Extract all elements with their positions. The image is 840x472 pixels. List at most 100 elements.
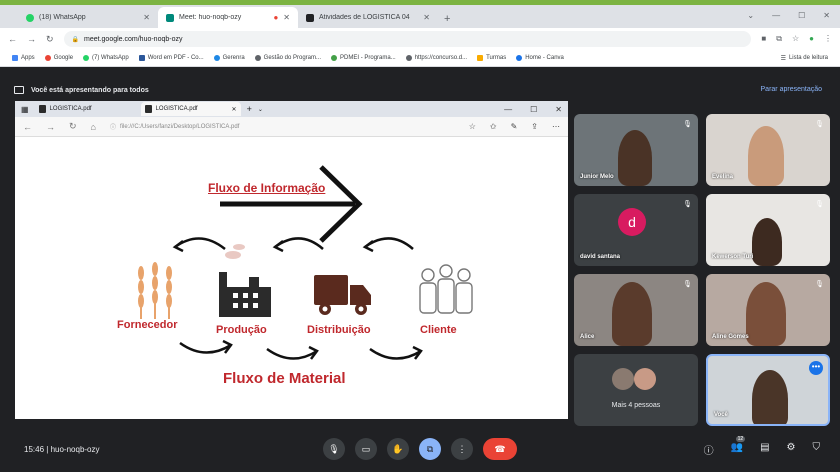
participant-video <box>752 218 782 266</box>
lock-icon: 🔒 <box>71 36 80 43</box>
more-people-tile[interactable]: Mais 4 pessoas <box>574 354 698 426</box>
self-tile[interactable]: ••• Você <box>706 354 830 426</box>
close-window-button[interactable]: ✕ <box>823 11 830 20</box>
more-icon: ⋯ <box>552 122 560 131</box>
host-controls-icon[interactable]: ⛉ <box>813 442 821 457</box>
avatar <box>612 368 634 390</box>
bookmark-item[interactable]: Apps <box>12 55 35 61</box>
bookmark-item[interactable]: https://concurso.d... <box>405 55 467 61</box>
maximize-button[interactable]: ☐ <box>798 11 805 20</box>
participant-tile[interactable]: 🎙 Alice <box>574 274 698 346</box>
classroom-icon <box>306 13 314 22</box>
window-controls: ⌄ — ☐ ✕ <box>747 11 830 20</box>
bookmark-item[interactable]: Word em PDF - Co... <box>138 55 204 61</box>
edge-tab-active: LOGISTICA.pdf ✕ <box>140 102 241 116</box>
call-controls: 🎙 ▭ ✋ ⧉ ⋮ ☎ <box>323 438 517 460</box>
browser-tab-strip: (18) WhatsApp ✕ Meet: huo-noqb-ozy ● ✕ A… <box>0 5 840 28</box>
bookmark-item[interactable]: Turmas <box>477 55 506 61</box>
info-icon[interactable]: ⓘ <box>704 442 714 457</box>
hang-up-button[interactable]: ☎ <box>483 438 517 460</box>
meeting-info: 15:46 | huo-noqb-ozy <box>24 445 100 454</box>
mic-off-icon: 🎙 <box>815 281 824 288</box>
pdf-icon <box>144 105 152 113</box>
present-button[interactable]: ⧉ <box>419 438 441 460</box>
participant-video <box>612 282 652 346</box>
site-icon <box>331 55 338 61</box>
clock-time: 15:46 <box>24 445 45 454</box>
browser-actions: ■ ⧉ ☆ ● ⋮ <box>761 34 832 44</box>
menu-icon[interactable]: ⋮ <box>824 34 832 44</box>
extension-icon[interactable]: ● <box>809 34 814 44</box>
truck-icon <box>314 275 371 315</box>
participant-name: Você <box>714 412 728 418</box>
tab-classroom[interactable]: Atividades de LOGÍSTICA 04 ✕ <box>298 7 438 28</box>
participant-video <box>752 370 788 424</box>
share-icon[interactable]: ⧉ <box>776 34 782 44</box>
close-icon: ✕ <box>231 106 237 113</box>
tab-title: Meet: huo-noqb-ozy <box>179 14 242 21</box>
tab-meet[interactable]: Meet: huo-noqb-ozy ● ✕ <box>158 7 298 28</box>
globe-icon <box>254 55 261 61</box>
chat-icon[interactable]: ▤ <box>760 442 769 457</box>
star-icon[interactable]: ☆ <box>792 34 799 44</box>
participant-tile[interactable]: d 🎙 david santana <box>574 194 698 266</box>
bookmark-item[interactable]: PDMEI - Programa... <box>331 55 396 61</box>
participant-tile[interactable]: 🎙 Kewerson Turi <box>706 194 830 266</box>
bookmark-item[interactable]: (7) WhatsApp <box>83 55 129 61</box>
reload-icon: ↻ <box>69 121 77 131</box>
bookmark-item[interactable]: Gerenra <box>213 55 245 61</box>
wheat-icon <box>138 262 172 319</box>
close-icon[interactable]: ✕ <box>283 13 290 22</box>
bookmark-item[interactable]: Home - Canva <box>516 55 564 61</box>
tab-search-icon[interactable]: ⌄ <box>747 11 754 20</box>
maximize-icon: ☐ <box>530 104 538 114</box>
camera-icon[interactable]: ■ <box>761 34 766 44</box>
more-options-icon[interactable]: ••• <box>809 361 823 375</box>
close-icon[interactable]: ✕ <box>143 13 150 22</box>
more-options-button[interactable]: ⋮ <box>451 438 473 460</box>
mic-off-icon: 🎙 <box>815 201 824 208</box>
canva-icon <box>516 55 523 61</box>
stop-presenting-button[interactable]: Parar apresentação <box>761 86 822 93</box>
participant-name: Aline Gomes <box>712 334 749 340</box>
edge-tab-title: LOGISTICA.pdf <box>49 106 92 112</box>
bookmark-item[interactable]: Gestão do Program... <box>254 55 321 61</box>
tab-title: Atividades de LOGÍSTICA 04 <box>319 14 410 21</box>
new-tab-button[interactable]: + <box>438 13 456 28</box>
participant-tile[interactable]: 🎙 Junior Melo <box>574 114 698 186</box>
participant-video <box>746 282 786 346</box>
avatar <box>634 368 656 390</box>
people-icon[interactable]: 👥 12 <box>731 436 746 457</box>
mic-off-icon: 🎙 <box>815 121 824 128</box>
mic-off-icon: 🎙 <box>683 201 692 208</box>
reload-icon[interactable]: ↻ <box>46 34 54 45</box>
more-people-label: Mais 4 pessoas <box>611 402 661 409</box>
edge-menu-icon: ▦ <box>21 104 29 114</box>
home-icon: ⌂ <box>90 121 96 132</box>
factory-icon <box>219 244 271 317</box>
back-icon[interactable]: ← <box>8 34 17 44</box>
reading-list-button[interactable]: ☰ Lista de leitura <box>781 55 828 62</box>
mic-off-icon: 🎙 <box>683 121 692 128</box>
meeting-code: huo-noqb-ozy <box>50 445 100 454</box>
activities-icon[interactable]: ⚙ <box>787 442 796 457</box>
tab-whatsapp[interactable]: (18) WhatsApp ✕ <box>18 7 158 28</box>
participant-tile[interactable]: 🎙 Evelina <box>706 114 830 186</box>
participant-tile[interactable]: 🎙 Aline Gomes <box>706 274 830 346</box>
close-icon[interactable]: ✕ <box>423 13 430 22</box>
material-flow-label: Fluxo de Material <box>223 370 346 387</box>
raise-hand-button[interactable]: ✋ <box>387 438 409 460</box>
address-bar[interactable]: 🔒 meet.google.com/huo-noqb-ozy <box>63 31 752 47</box>
bookmark-item[interactable]: Google <box>44 55 73 61</box>
back-icon: ← <box>23 121 32 132</box>
mic-button[interactable]: 🎙 <box>323 438 345 460</box>
material-curved-arrows <box>179 339 423 360</box>
google-icon <box>44 55 51 61</box>
forward-icon[interactable]: → <box>27 34 36 44</box>
minimize-button[interactable]: — <box>772 11 780 20</box>
meet-icon <box>166 13 174 22</box>
edge-address-bar: ← → ↻ ⌂ ⓘ file:///C:/Users/fanzi/Desktop… <box>15 117 568 137</box>
bookmarks-bar: Apps Google (7) WhatsApp Word em PDF - C… <box>0 50 840 67</box>
participant-video <box>618 130 652 186</box>
camera-button[interactable]: ▭ <box>355 438 377 460</box>
